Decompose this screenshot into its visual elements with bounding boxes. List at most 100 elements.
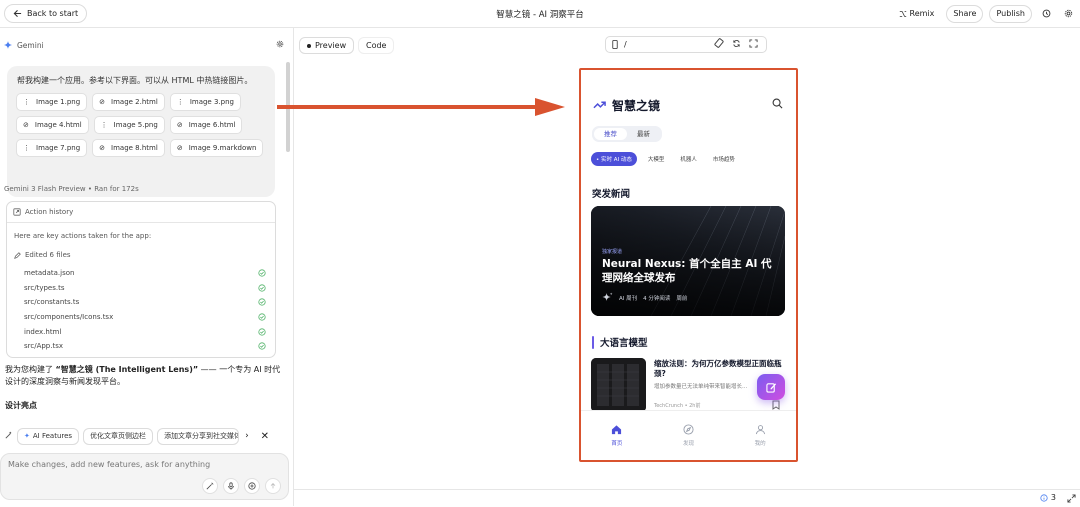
pill-robotics[interactable]: 机器人 xyxy=(675,152,702,166)
settings-button[interactable] xyxy=(1060,6,1076,22)
tab-code[interactable]: Code xyxy=(358,37,395,54)
attachment-chip[interactable]: ⊘ Image 2.html xyxy=(92,93,165,111)
open-external-icon xyxy=(13,208,21,216)
pill-llm[interactable]: 大模型 xyxy=(643,152,670,166)
plus-circle-icon xyxy=(248,482,256,490)
gemini-sparkle-icon: ✦ xyxy=(24,432,30,440)
refresh-icon xyxy=(733,39,740,48)
compose-fab[interactable] xyxy=(757,374,785,400)
search-button[interactable] xyxy=(772,98,783,113)
bookmark-icon xyxy=(772,400,780,410)
prompt-text: 帮我构建一个应用。参考以下界面。可以从 HTML 中热链接图片。 xyxy=(17,76,253,85)
attachment-icon: ⊘ xyxy=(23,121,29,129)
attachment-chip[interactable]: ⋮ Image 5.png xyxy=(93,116,165,134)
server-rack-image xyxy=(591,358,646,412)
edited-file-list: metadata.json src/types.ts src/constants… xyxy=(24,266,266,354)
magic-icon xyxy=(4,431,13,442)
rotate-device-button[interactable] xyxy=(714,37,724,52)
expand-icon xyxy=(1067,494,1076,503)
expand-panel-button[interactable] xyxy=(1067,492,1076,507)
hero-tag: 独家报道 xyxy=(602,249,623,255)
gemini-sparkle-icon xyxy=(4,41,12,49)
chevron-right-icon[interactable]: › xyxy=(245,431,249,441)
file-row[interactable]: metadata.json xyxy=(24,266,266,281)
action-history-header[interactable]: Action history xyxy=(7,202,275,223)
back-label: Back to start xyxy=(27,9,79,18)
check-circle-icon xyxy=(258,269,266,277)
magic-wand-button[interactable] xyxy=(202,478,218,494)
pencil-icon xyxy=(14,251,21,259)
attachment-chip[interactable]: ⋮ Image 1.png xyxy=(16,93,88,111)
edit-icon xyxy=(765,382,776,393)
attachment-icon: ⊘ xyxy=(176,121,183,129)
trend-up-icon xyxy=(593,101,606,109)
publish-button[interactable]: Publish xyxy=(989,4,1032,23)
image-file-icon: ⋮ xyxy=(23,144,30,152)
suggestion-chip[interactable]: 优化文章页侧边栏 xyxy=(83,427,154,445)
panel-settings-button[interactable] xyxy=(276,40,284,50)
nav-profile[interactable]: 我的 xyxy=(724,411,796,460)
attachment-chip[interactable]: ⋮ Image 7.png xyxy=(16,139,88,157)
attachment-icon: ⊘ xyxy=(176,144,183,152)
attachment-chip[interactable]: ⊘ Image 9.markdown xyxy=(169,139,264,157)
tab-recommended[interactable]: 推荐 xyxy=(594,128,627,140)
close-icon[interactable]: ✕ xyxy=(261,431,269,442)
back-to-start-button[interactable]: Back to start xyxy=(4,4,88,23)
share-button[interactable]: Share xyxy=(946,4,984,23)
check-circle-icon xyxy=(258,313,266,321)
hero-card[interactable]: 独家报道 Neural Nexus: 首个全自主 AI 代理网络全球发布 AI … xyxy=(591,206,785,316)
refresh-button[interactable] xyxy=(732,37,741,52)
attachment-chip[interactable]: ⋮ Image 3.png xyxy=(169,93,241,111)
file-row[interactable]: src/types.ts xyxy=(24,281,266,296)
hero-meta: AI 周刊 4 分钟阅读 周前 xyxy=(602,292,687,303)
model-name: Gemini 3 Flash Preview xyxy=(4,185,86,193)
file-row[interactable]: src/constants.ts xyxy=(24,295,266,310)
fullscreen-button[interactable] xyxy=(749,37,758,52)
add-button[interactable] xyxy=(244,478,260,494)
attachment-chip[interactable]: ⊘ Image 4.html xyxy=(16,116,89,134)
history-icon xyxy=(1042,9,1050,18)
send-button[interactable] xyxy=(265,478,281,494)
article-source: TechCrunch • 2h前 xyxy=(654,403,701,409)
nav-discover[interactable]: 发现 xyxy=(653,411,725,460)
check-circle-icon xyxy=(258,342,266,350)
chat-panel: Gemini 帮我构建一个应用。参考以下界面。可以从 HTML 中热链接图片。 … xyxy=(0,28,294,506)
mic-button[interactable] xyxy=(223,478,239,494)
image-file-icon: ⋮ xyxy=(100,121,108,129)
gear-icon xyxy=(1064,9,1072,18)
issues-indicator[interactable]: 3 xyxy=(1040,493,1056,502)
panel-label: Gemini xyxy=(17,40,44,50)
remix-button[interactable]: Remix xyxy=(893,5,941,23)
article-card[interactable]: 缩放法则：为何万亿参数模型正面临瓶颈? 增加参数量已无法单纯带来智能增长... … xyxy=(591,358,785,413)
home-icon xyxy=(612,425,622,435)
file-row[interactable]: index.html xyxy=(24,324,266,339)
feed-tabs: 推荐 最新 xyxy=(592,126,662,142)
file-row[interactable]: src/components/Icons.tsx xyxy=(24,310,266,325)
publish-label: Publish xyxy=(996,9,1025,18)
pill-live-ai[interactable]: • 实时 AI 动态 xyxy=(591,152,637,166)
composer-input[interactable] xyxy=(8,460,268,469)
app-name-bold: “智慧之镜 (The Intelligent Lens)” xyxy=(55,365,199,374)
history-button[interactable] xyxy=(1038,6,1054,22)
topic-pills: • 实时 AI 动态 大模型 机器人 市场趋势 xyxy=(591,152,740,166)
nav-home[interactable]: 首页 xyxy=(581,411,653,460)
user-prompt-card: 帮我构建一个应用。参考以下界面。可以从 HTML 中热链接图片。 ⋮ Image … xyxy=(7,66,275,197)
tab-preview[interactable]: Preview xyxy=(299,37,355,54)
design-heading: 设计亮点 xyxy=(5,401,37,410)
compass-icon xyxy=(683,424,694,435)
user-icon xyxy=(755,425,765,435)
pill-market[interactable]: 市场趋势 xyxy=(708,152,740,166)
run-time: Ran for 172s xyxy=(94,185,139,193)
tab-latest[interactable]: 最新 xyxy=(627,128,660,140)
sparkles-icon xyxy=(602,292,613,302)
suggestion-chip[interactable]: 添加文章分享到社交媒体 xyxy=(157,427,240,445)
composer-tools xyxy=(202,478,281,494)
file-row[interactable]: src/App.tsx xyxy=(24,339,266,354)
remix-icon xyxy=(899,10,906,17)
suggestion-ai-features[interactable]: ✦ AI Features xyxy=(17,427,80,445)
attachment-chip[interactable]: ⊘ Image 8.html xyxy=(92,139,165,157)
share-label: Share xyxy=(953,9,977,18)
article-description: 增加参数量已无法单纯带来智能增长... xyxy=(654,384,748,390)
attachment-chip[interactable]: ⊘ Image 6.html xyxy=(169,116,243,134)
device-phone-icon xyxy=(612,40,618,49)
